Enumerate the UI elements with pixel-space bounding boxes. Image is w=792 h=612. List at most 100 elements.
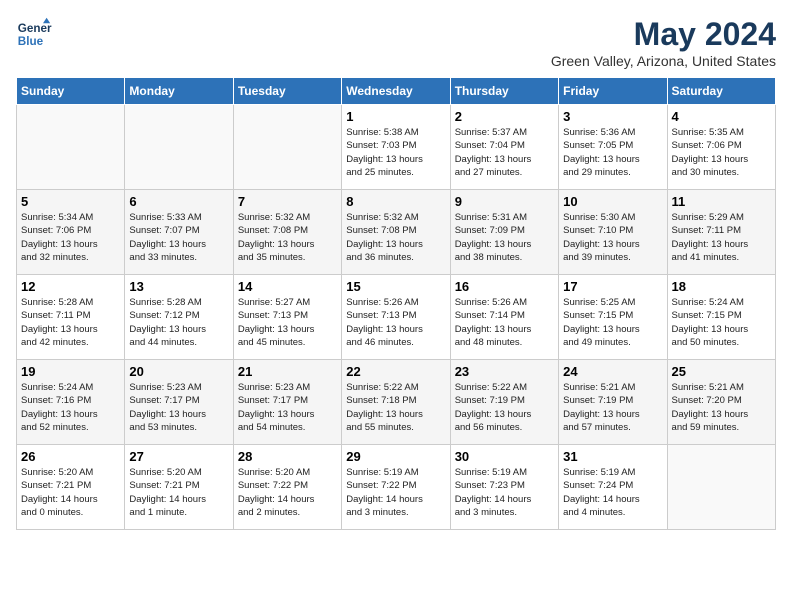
calendar-cell — [667, 445, 775, 530]
calendar-cell: 23 Sunrise: 5:22 AM Sunset: 7:19 PM Dayli… — [450, 360, 558, 445]
day-info: Sunrise: 5:26 AM Sunset: 7:13 PM Dayligh… — [346, 296, 445, 349]
calendar-cell: 19 Sunrise: 5:24 AM Sunset: 7:16 PM Dayli… — [17, 360, 125, 445]
weekday-header-saturday: Saturday — [667, 78, 775, 105]
calendar-cell: 26Sunrise: 5:20 AM Sunset: 7:21 PM Dayli… — [17, 445, 125, 530]
day-info: Sunrise: 5:34 AM Sunset: 7:06 PM Dayligh… — [21, 211, 120, 264]
day-info: Sunrise: 5:27 AM Sunset: 7:13 PM Dayligh… — [238, 296, 337, 349]
day-info: Sunrise: 5:24 AM Sunset: 7:16 PM Dayligh… — [21, 381, 120, 434]
day-info: Sunrise: 5:24 AM Sunset: 7:15 PM Dayligh… — [672, 296, 771, 349]
calendar-cell: 30Sunrise: 5:19 AM Sunset: 7:23 PM Dayli… — [450, 445, 558, 530]
day-number: 26 — [21, 449, 120, 464]
day-info: Sunrise: 5:33 AM Sunset: 7:07 PM Dayligh… — [129, 211, 228, 264]
calendar-cell: 5 Sunrise: 5:34 AM Sunset: 7:06 PM Daylig… — [17, 190, 125, 275]
calendar-cell: 11 Sunrise: 5:29 AM Sunset: 7:11 PM Dayli… — [667, 190, 775, 275]
day-info: Sunrise: 5:19 AM Sunset: 7:22 PM Dayligh… — [346, 466, 445, 519]
day-info: Sunrise: 5:31 AM Sunset: 7:09 PM Dayligh… — [455, 211, 554, 264]
calendar-table: SundayMondayTuesdayWednesdayThursdayFrid… — [16, 77, 776, 530]
calendar-cell: 3 Sunrise: 5:36 AM Sunset: 7:05 PM Daylig… — [559, 105, 667, 190]
calendar-cell: 15 Sunrise: 5:26 AM Sunset: 7:13 PM Dayli… — [342, 275, 450, 360]
day-number: 30 — [455, 449, 554, 464]
day-number: 12 — [21, 279, 120, 294]
day-number: 19 — [21, 364, 120, 379]
day-info: Sunrise: 5:23 AM Sunset: 7:17 PM Dayligh… — [238, 381, 337, 434]
calendar-body: 1Sunrise: 5:38 AM Sunset: 7:03 PM Daylig… — [17, 105, 776, 530]
calendar-cell: 20Sunrise: 5:23 AM Sunset: 7:17 PM Dayli… — [125, 360, 233, 445]
calendar-cell: 7 Sunrise: 5:32 AM Sunset: 7:08 PM Daylig… — [233, 190, 341, 275]
calendar-cell: 24 Sunrise: 5:21 AM Sunset: 7:19 PM Dayli… — [559, 360, 667, 445]
day-info: Sunrise: 5:19 AM Sunset: 7:24 PM Dayligh… — [563, 466, 662, 519]
day-info: Sunrise: 5:38 AM Sunset: 7:03 PM Dayligh… — [346, 126, 445, 179]
day-number: 22 — [346, 364, 445, 379]
day-info: Sunrise: 5:21 AM Sunset: 7:20 PM Dayligh… — [672, 381, 771, 434]
logo: General Blue — [16, 16, 52, 52]
week-row-5: 26 Sunrise: 5:20 AM Sunset: 7:21 PM Dayli… — [17, 445, 776, 530]
day-number: 17 — [563, 279, 662, 294]
day-number: 27 — [129, 449, 228, 464]
calendar-cell: 28 Sunrise: 5:20 AM Sunset: 7:22 PM Dayli… — [233, 445, 341, 530]
calendar-cell: 12 Sunrise: 5:28 AM Sunset: 7:11 PM Dayli… — [17, 275, 125, 360]
calendar-cell: 2Sunrise: 5:37 AM Sunset: 7:04 PM Daylig… — [450, 105, 558, 190]
calendar-cell: 27 Sunrise: 5:20 AM Sunset: 7:21 PM Dayli… — [125, 445, 233, 530]
calendar-cell: 8 Sunrise: 5:32 AM Sunset: 7:08 PM Daylig… — [342, 190, 450, 275]
day-number: 8 — [346, 194, 445, 209]
calendar-cell: 14Sunrise: 5:27 AM Sunset: 7:13 PM Dayli… — [233, 275, 341, 360]
day-info: Sunrise: 5:32 AM Sunset: 7:08 PM Dayligh… — [238, 211, 337, 264]
week-row-3: 12 Sunrise: 5:28 AM Sunset: 7:11 PM Dayli… — [17, 275, 776, 360]
calendar-cell: 17Sunrise: 5:25 AM Sunset: 7:15 PM Dayli… — [559, 275, 667, 360]
day-number: 25 — [672, 364, 771, 379]
calendar-cell: 29Sunrise: 5:19 AM Sunset: 7:22 PM Dayli… — [342, 445, 450, 530]
day-info: Sunrise: 5:36 AM Sunset: 7:05 PM Dayligh… — [563, 126, 662, 179]
calendar-cell: 25 Sunrise: 5:21 AM Sunset: 7:20 PM Dayli… — [667, 360, 775, 445]
weekday-header-monday: Monday — [125, 78, 233, 105]
day-info: Sunrise: 5:29 AM Sunset: 7:11 PM Dayligh… — [672, 211, 771, 264]
calendar-cell — [125, 105, 233, 190]
day-number: 9 — [455, 194, 554, 209]
calendar-cell: 9 Sunrise: 5:31 AM Sunset: 7:09 PM Daylig… — [450, 190, 558, 275]
title-area: May 2024 Green Valley, Arizona, United S… — [551, 16, 776, 69]
day-info: Sunrise: 5:32 AM Sunset: 7:08 PM Dayligh… — [346, 211, 445, 264]
day-number: 3 — [563, 109, 662, 124]
day-info: Sunrise: 5:22 AM Sunset: 7:19 PM Dayligh… — [455, 381, 554, 434]
calendar-cell — [17, 105, 125, 190]
weekday-header-wednesday: Wednesday — [342, 78, 450, 105]
month-title: May 2024 — [551, 16, 776, 53]
calendar-cell: 6 Sunrise: 5:33 AM Sunset: 7:07 PM Daylig… — [125, 190, 233, 275]
weekday-header-tuesday: Tuesday — [233, 78, 341, 105]
page-header: General Blue May 2024 Green Valley, Ariz… — [16, 16, 776, 69]
day-number: 15 — [346, 279, 445, 294]
day-number: 23 — [455, 364, 554, 379]
day-number: 6 — [129, 194, 228, 209]
day-info: Sunrise: 5:22 AM Sunset: 7:18 PM Dayligh… — [346, 381, 445, 434]
day-info: Sunrise: 5:21 AM Sunset: 7:19 PM Dayligh… — [563, 381, 662, 434]
day-number: 20 — [129, 364, 228, 379]
day-info: Sunrise: 5:20 AM Sunset: 7:22 PM Dayligh… — [238, 466, 337, 519]
day-number: 28 — [238, 449, 337, 464]
day-number: 13 — [129, 279, 228, 294]
calendar-cell — [233, 105, 341, 190]
svg-text:Blue: Blue — [18, 35, 44, 48]
day-number: 7 — [238, 194, 337, 209]
calendar-cell: 31 Sunrise: 5:19 AM Sunset: 7:24 PM Dayli… — [559, 445, 667, 530]
weekday-header-sunday: Sunday — [17, 78, 125, 105]
svg-text:General: General — [18, 22, 52, 35]
week-row-2: 5 Sunrise: 5:34 AM Sunset: 7:06 PM Daylig… — [17, 190, 776, 275]
calendar-cell: 13Sunrise: 5:28 AM Sunset: 7:12 PM Dayli… — [125, 275, 233, 360]
day-number: 10 — [563, 194, 662, 209]
day-info: Sunrise: 5:20 AM Sunset: 7:21 PM Dayligh… — [129, 466, 228, 519]
weekday-header-row: SundayMondayTuesdayWednesdayThursdayFrid… — [17, 78, 776, 105]
calendar-cell: 18Sunrise: 5:24 AM Sunset: 7:15 PM Dayli… — [667, 275, 775, 360]
day-number: 11 — [672, 194, 771, 209]
calendar-cell: 10Sunrise: 5:30 AM Sunset: 7:10 PM Dayli… — [559, 190, 667, 275]
week-row-4: 19 Sunrise: 5:24 AM Sunset: 7:16 PM Dayli… — [17, 360, 776, 445]
weekday-header-thursday: Thursday — [450, 78, 558, 105]
day-info: Sunrise: 5:35 AM Sunset: 7:06 PM Dayligh… — [672, 126, 771, 179]
calendar-cell: 4 Sunrise: 5:35 AM Sunset: 7:06 PM Daylig… — [667, 105, 775, 190]
day-number: 31 — [563, 449, 662, 464]
day-number: 4 — [672, 109, 771, 124]
day-number: 24 — [563, 364, 662, 379]
calendar-cell: 22 Sunrise: 5:22 AM Sunset: 7:18 PM Dayli… — [342, 360, 450, 445]
day-info: Sunrise: 5:28 AM Sunset: 7:11 PM Dayligh… — [21, 296, 120, 349]
location-title: Green Valley, Arizona, United States — [551, 53, 776, 69]
day-number: 5 — [21, 194, 120, 209]
calendar-cell: 21Sunrise: 5:23 AM Sunset: 7:17 PM Dayli… — [233, 360, 341, 445]
